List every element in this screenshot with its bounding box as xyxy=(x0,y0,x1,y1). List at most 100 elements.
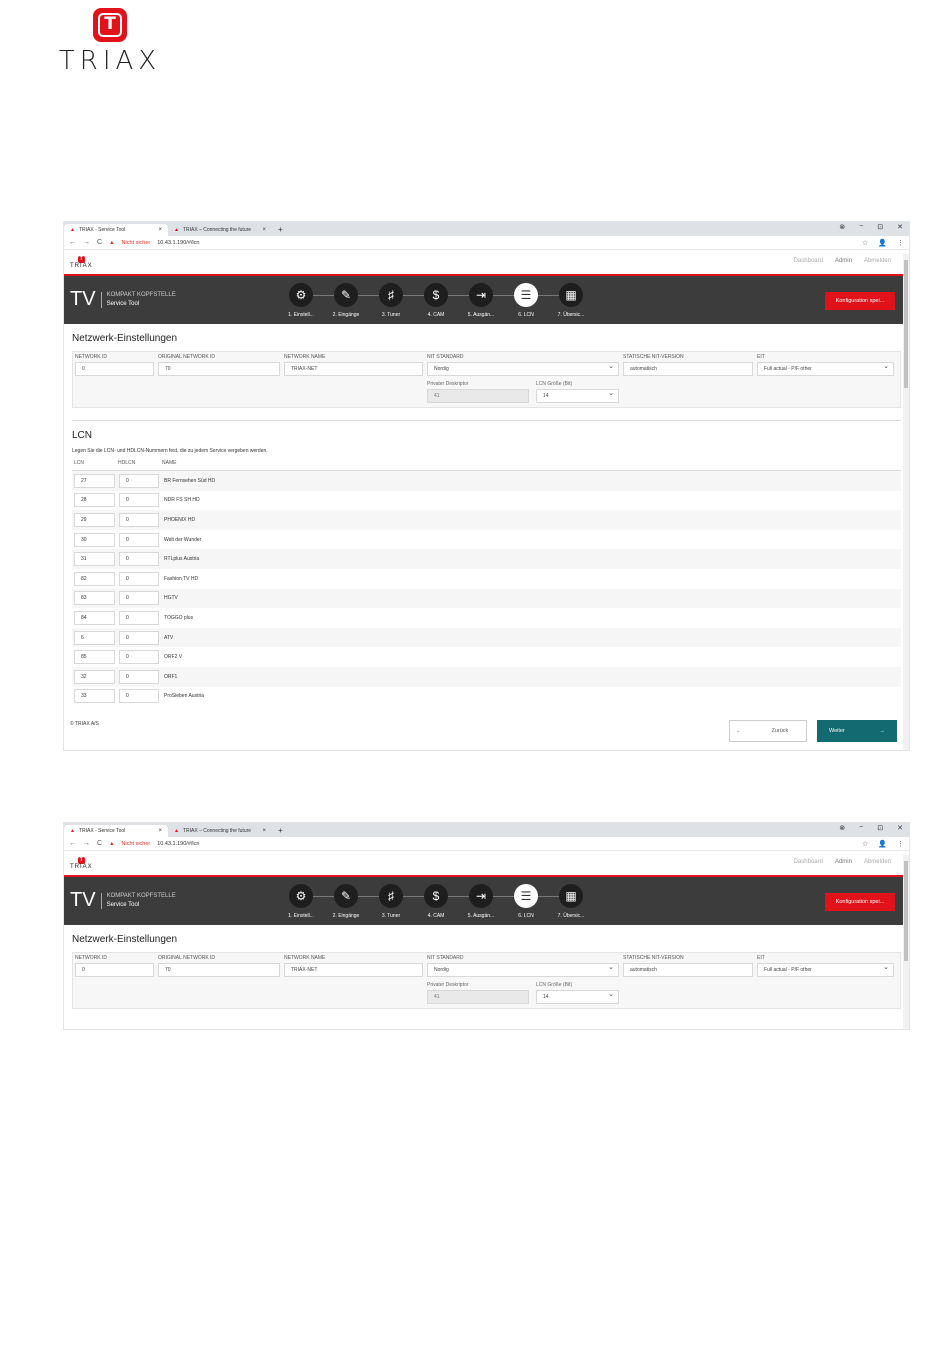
back-button[interactable]: ← Zurück xyxy=(729,720,807,742)
lcn-input[interactable]: 29 xyxy=(74,512,115,527)
dashboard-link[interactable]: Dashboard xyxy=(794,258,823,264)
close-tab-icon[interactable]: × xyxy=(262,227,266,233)
hdlcn-input[interactable]: 0 xyxy=(119,650,159,665)
scrollbar[interactable] xyxy=(903,855,909,1029)
step-lcn[interactable]: ☰ 6. LCN xyxy=(503,283,549,318)
nit-standard-select[interactable]: Nordig xyxy=(427,361,619,376)
reload-icon[interactable]: C xyxy=(97,840,102,847)
back-icon[interactable]: ← xyxy=(69,239,76,246)
minimize-button[interactable]: − xyxy=(859,223,863,231)
step-settings[interactable]: ⚙ 1. Einstell... xyxy=(278,283,324,318)
original-network-id-input[interactable]: 70 xyxy=(158,362,280,376)
security-warning[interactable]: Nicht sicher xyxy=(122,240,151,246)
profile-icon[interactable]: 👤 xyxy=(878,239,887,247)
url-field[interactable]: 10.43.1.190/#/lcn xyxy=(157,841,199,847)
hdlcn-input[interactable]: 0 xyxy=(119,493,159,508)
step-inputs[interactable]: ✎ 2. Eingänge xyxy=(323,283,369,318)
step-overview[interactable]: ▦ 7. Übersic... xyxy=(548,884,594,919)
step-settings[interactable]: ⚙ 1. Einstell... xyxy=(278,884,324,919)
network-name-input[interactable]: TRIAX-NET xyxy=(284,963,423,977)
step-outputs[interactable]: ⇥ 5. Ausgän... xyxy=(458,283,504,318)
security-warning[interactable]: Nicht sicher xyxy=(122,841,151,847)
url-field[interactable]: 10.43.1.190/#/lcn xyxy=(157,240,199,246)
browser-tab[interactable]: ▲ TRIAX – Connecting the future × xyxy=(168,224,272,236)
lcn-input[interactable]: 83 xyxy=(74,591,115,606)
step-outputs[interactable]: ⇥ 5. Ausgän... xyxy=(458,884,504,919)
hdlcn-input[interactable]: 0 xyxy=(119,571,159,586)
scrollbar[interactable] xyxy=(903,254,909,750)
dashboard-link[interactable]: Dashboard xyxy=(794,859,823,865)
next-button[interactable]: Weiter → xyxy=(817,720,897,742)
eit-select[interactable]: Full actual - P/F other xyxy=(757,361,894,376)
save-configuration-button[interactable]: Konfiguration spei... xyxy=(825,292,895,310)
step-cam[interactable]: $4. CAM xyxy=(413,283,459,318)
hdlcn-input[interactable]: 0 xyxy=(119,610,159,625)
hdlcn-input[interactable]: 0 xyxy=(119,630,159,645)
hdlcn-input[interactable]: 0 xyxy=(119,689,159,704)
app-logo[interactable]: T TRIAX xyxy=(70,856,93,870)
new-tab-button[interactable]: + xyxy=(272,825,289,837)
lcn-input[interactable]: 30 xyxy=(74,532,115,547)
reload-icon[interactable]: C xyxy=(97,239,102,246)
hdlcn-input[interactable]: 0 xyxy=(119,532,159,547)
step-tuner[interactable]: ♯ 3. Tuner xyxy=(368,283,414,318)
bookmark-star-icon[interactable]: ☆ xyxy=(862,840,868,848)
media-icon[interactable]: ⊗ xyxy=(839,223,845,231)
menu-icon[interactable]: ⋮ xyxy=(897,840,904,848)
step-cam[interactable]: $4. CAM xyxy=(413,884,459,919)
step-tuner[interactable]: ♯ 3. Tuner xyxy=(368,884,414,919)
admin-link[interactable]: Admin xyxy=(835,859,852,865)
new-tab-button[interactable]: + xyxy=(272,224,289,236)
lcn-input[interactable]: 33 xyxy=(74,689,115,704)
app-logo[interactable]: T TRIAX xyxy=(70,255,93,269)
lcn-size-select[interactable]: 14 xyxy=(536,388,619,403)
static-nit-input[interactable]: automatisch xyxy=(623,362,753,376)
hdlcn-input[interactable]: 0 xyxy=(119,591,159,606)
close-window-button[interactable]: ✕ xyxy=(897,223,903,231)
lcn-input[interactable]: 82 xyxy=(74,571,115,586)
nit-standard-select[interactable]: Nordig xyxy=(427,962,619,977)
hdlcn-input[interactable]: 0 xyxy=(119,552,159,567)
network-name-input[interactable]: TRIAX-NET xyxy=(284,362,423,376)
hdlcn-input[interactable]: 0 xyxy=(119,473,159,488)
original-network-id-input[interactable]: 70 xyxy=(158,963,280,977)
close-tab-icon[interactable]: × xyxy=(262,828,266,834)
admin-link[interactable]: Admin xyxy=(835,258,852,264)
lcn-input[interactable]: 85 xyxy=(74,650,115,665)
lcn-input[interactable]: 27 xyxy=(74,473,115,488)
lcn-size-select[interactable]: 14 xyxy=(536,989,619,1004)
hdlcn-input[interactable]: 0 xyxy=(119,512,159,527)
forward-icon[interactable]: → xyxy=(83,239,90,246)
step-lcn[interactable]: ☰ 6. LCN xyxy=(503,884,549,919)
browser-tab-active[interactable]: ▲ TRIAX - Service Tool × xyxy=(64,825,168,837)
lcn-input[interactable]: 84 xyxy=(74,610,115,625)
close-window-button[interactable]: ✕ xyxy=(897,824,903,832)
lcn-input[interactable]: 28 xyxy=(74,493,115,508)
network-id-input[interactable]: 0 xyxy=(75,362,154,376)
save-configuration-button[interactable]: Konfiguration spei... xyxy=(825,893,895,911)
browser-tab-active[interactable]: ▲ TRIAX - Service Tool × xyxy=(64,224,168,236)
menu-icon[interactable]: ⋮ xyxy=(897,239,904,247)
close-tab-icon[interactable]: × xyxy=(158,227,162,233)
restore-button[interactable]: ⊡ xyxy=(877,824,883,832)
lcn-input[interactable]: 6 xyxy=(74,630,115,645)
close-tab-icon[interactable]: × xyxy=(158,828,162,834)
profile-icon[interactable]: 👤 xyxy=(878,840,887,848)
lcn-input[interactable]: 32 xyxy=(74,669,115,684)
step-inputs[interactable]: ✎ 2. Eingänge xyxy=(323,884,369,919)
media-icon[interactable]: ⊗ xyxy=(839,824,845,832)
eit-select[interactable]: Full actual - P/F other xyxy=(757,962,894,977)
step-overview[interactable]: ▦ 7. Übersic... xyxy=(548,283,594,318)
bookmark-star-icon[interactable]: ☆ xyxy=(862,239,868,247)
forward-icon[interactable]: → xyxy=(83,840,90,847)
static-nit-input[interactable]: automatisch xyxy=(623,963,753,977)
browser-tab[interactable]: ▲ TRIAX – Connecting the future × xyxy=(168,825,272,837)
minimize-button[interactable]: − xyxy=(859,824,863,832)
logout-link[interactable]: Abmelden xyxy=(864,258,891,264)
back-icon[interactable]: ← xyxy=(69,840,76,847)
network-id-input[interactable]: 0 xyxy=(75,963,154,977)
restore-button[interactable]: ⊡ xyxy=(877,223,883,231)
lcn-input[interactable]: 31 xyxy=(74,552,115,567)
logout-link[interactable]: Abmelden xyxy=(864,859,891,865)
hdlcn-input[interactable]: 0 xyxy=(119,669,159,684)
